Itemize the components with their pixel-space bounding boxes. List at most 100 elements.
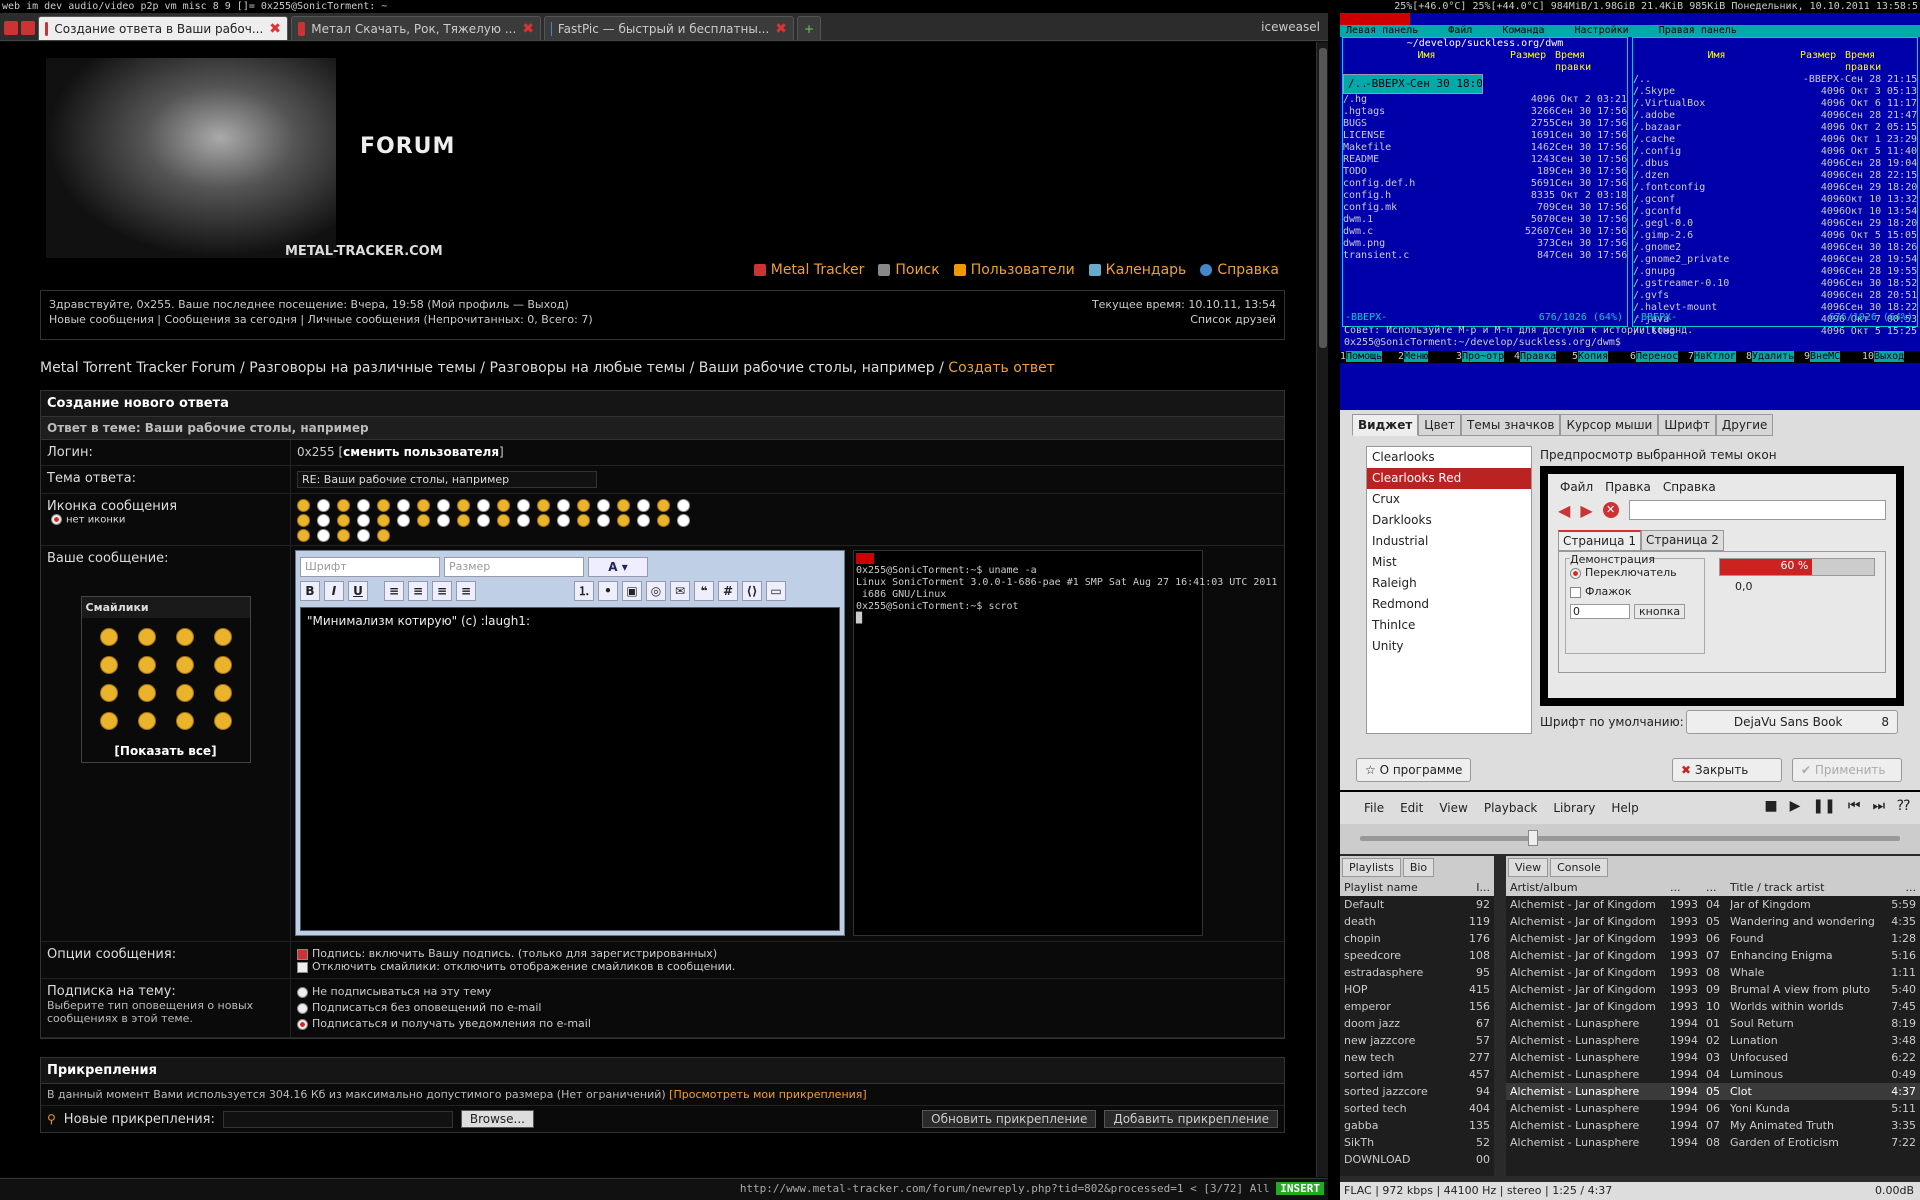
seekbar[interactable]	[1340, 824, 1920, 854]
mc-file-row[interactable]: /.gvfs 4096 Сен 28 20:51	[1633, 290, 1917, 302]
theme-list[interactable]: Clearlooks Clearlooks Red Crux Darklooks Ind…	[1366, 446, 1532, 734]
theme-item[interactable]: Industrial	[1367, 531, 1531, 552]
track-row[interactable]: Alchemist - Lunasphere 1994 03 Unfocused 6:2…	[1506, 1049, 1920, 1066]
close-button[interactable]: ✖ Закрыть	[1672, 758, 1782, 782]
mc-file-row[interactable]: /.gnupg 4096 Сен 28 19:55	[1633, 266, 1917, 278]
theme-item[interactable]: Clearlooks Red	[1367, 468, 1531, 489]
nav-users[interactable]: Пользователи	[953, 262, 1075, 278]
message-icon-option[interactable]	[397, 499, 410, 512]
message-icon-option[interactable]	[337, 529, 350, 542]
hash-icon[interactable]: #	[718, 581, 738, 601]
disable-smilies-checkbox[interactable]	[297, 961, 308, 973]
playlist-row[interactable]: new jazzcore 57	[1340, 1032, 1494, 1049]
mc-fkey[interactable]: 3Про~отр	[1456, 351, 1514, 363]
message-icon-option[interactable]	[537, 499, 550, 512]
align-right-icon[interactable]: ≡	[432, 581, 452, 601]
mc-fkey[interactable]: 4Правка	[1514, 351, 1572, 363]
mc-fkey[interactable]: 1Помощь	[1340, 351, 1398, 363]
mc-file-row[interactable]: /.Skype 4096 Окт 3 05:13	[1633, 86, 1917, 98]
mc-file-row[interactable]: /.gconfd 4096 Окт 10 13:54	[1633, 206, 1917, 218]
message-icon-option[interactable]	[657, 499, 670, 512]
nav-metal-tracker[interactable]: Metal Tracker	[753, 262, 864, 278]
crumb-3[interactable]: Разговоры на любые темы	[489, 360, 685, 376]
message-icon-option[interactable]	[617, 514, 630, 527]
message-icon-option[interactable]	[617, 499, 630, 512]
gmail-icon[interactable]	[4, 21, 18, 35]
view-attachments-link[interactable]: [Просмотреть мои прикрепления]	[669, 1088, 867, 1101]
video-icon[interactable]: ▭	[766, 581, 786, 601]
message-icon-option[interactable]	[577, 499, 590, 512]
track-row[interactable]: Alchemist - Jar of Kingdom 1993 06 Found 1:2…	[1506, 930, 1920, 947]
theme-item[interactable]: Mist	[1367, 552, 1531, 573]
sub-none-radio[interactable]	[297, 986, 308, 998]
no-icon-radio[interactable]	[51, 514, 62, 525]
crumb-1[interactable]: Metal Torrent Tracker Forum	[40, 360, 236, 376]
track-row[interactable]: Alchemist - Lunasphere 1994 02 Lunation 3:48	[1506, 1032, 1920, 1049]
mc-file-row[interactable]: dwm.c 52607 Сен 30 17:56	[1343, 226, 1627, 238]
prev-icon[interactable]: ⏮	[1848, 798, 1861, 814]
track-row[interactable]: Alchemist - Jar of Kingdom 1993 09 Brumal A…	[1506, 981, 1920, 998]
mc-file-row[interactable]: /.gimp-2.6 4096 Окт 5 15:05	[1633, 230, 1917, 242]
mc-fkey[interactable]: 10Выход	[1862, 351, 1920, 363]
mc-file-row[interactable]: /..-ВВЕРХ-Сен 30 18:09	[1343, 74, 1483, 94]
browse-button[interactable]: Browse...	[460, 1110, 534, 1128]
lx-tab[interactable]: Курсор мыши	[1560, 414, 1659, 436]
stop-icon[interactable]: ■	[1764, 798, 1777, 814]
mc-file-row[interactable]: /.fontconfig 4096 Сен 29 18:20	[1633, 182, 1917, 194]
theme-item[interactable]: Darklooks	[1367, 510, 1531, 531]
mc-file-row[interactable]: LICENSE 1691 Сен 30 17:56	[1343, 130, 1627, 142]
mc-file-row[interactable]: /.dzen 4096 Сен 28 22:15	[1633, 170, 1917, 182]
message-icon-option[interactable]	[437, 499, 450, 512]
player-menu-item[interactable]: File	[1364, 801, 1384, 815]
mc-file-row[interactable]: /.. -ВВЕРХ- Сен 28 21:15	[1633, 74, 1917, 86]
message-icon-option[interactable]	[597, 499, 610, 512]
message-icon-option[interactable]	[417, 499, 430, 512]
playlist-row[interactable]: new tech 277	[1340, 1049, 1494, 1066]
playlist-row[interactable]: sorted jazzcore 94	[1340, 1083, 1494, 1100]
friends-link[interactable]: Список друзей	[1092, 312, 1276, 327]
italic-button[interactable]: I	[324, 581, 344, 601]
sub-email-radio[interactable]	[297, 1018, 308, 1030]
smiley-icon[interactable]	[99, 656, 118, 674]
message-icon-option[interactable]	[417, 514, 430, 527]
random-icon[interactable]: ⁇	[1897, 798, 1910, 814]
track-row[interactable]: Alchemist - Lunasphere 1994 01 Soul Return 8…	[1506, 1015, 1920, 1032]
message-icon-option[interactable]	[677, 514, 690, 527]
message-icon-option[interactable]	[537, 514, 550, 527]
message-icon-option[interactable]	[297, 499, 310, 512]
size-select[interactable]: Размер	[444, 557, 584, 577]
track-row[interactable]: Alchemist - Lunasphere 1994 06 Yoni Kunda 5:…	[1506, 1100, 1920, 1117]
message-icon-option[interactable]	[637, 499, 650, 512]
lx-tab[interactable]: Другие	[1715, 414, 1774, 436]
smiley-icon[interactable]	[175, 656, 194, 674]
playlist-row[interactable]: Default 92	[1340, 896, 1494, 913]
message-icon-option[interactable]	[377, 514, 390, 527]
font-button[interactable]: DejaVu Sans Book 8	[1686, 710, 1898, 734]
add-attachment-button[interactable]: Добавить прикрепление	[1104, 1110, 1278, 1128]
mc-file-row[interactable]: /.bazaar 4096 Окт 2 05:15	[1633, 122, 1917, 134]
smiley-icon[interactable]	[99, 684, 118, 702]
next-icon[interactable]: ⏭	[1872, 798, 1885, 814]
message-icon-option[interactable]	[477, 499, 490, 512]
track-row[interactable]: Alchemist - Jar of Kingdom 1993 08 Whale 1:1…	[1506, 964, 1920, 981]
smiley-icon[interactable]	[175, 712, 194, 730]
message-icon-option[interactable]	[517, 514, 530, 527]
playlist-row[interactable]: death 119	[1340, 913, 1494, 930]
smiley-icon[interactable]	[137, 628, 156, 646]
message-icon-option[interactable]	[677, 499, 690, 512]
track-row[interactable]: Alchemist - Lunasphere 1994 07 My Animated …	[1506, 1117, 1920, 1134]
mc-file-row[interactable]: /.config 4096 Окт 5 11:40	[1633, 146, 1917, 158]
message-icon-option[interactable]	[297, 514, 310, 527]
message-icon-option[interactable]	[637, 514, 650, 527]
smiley-icon[interactable]	[213, 656, 232, 674]
ordered-list-icon[interactable]: ⒈	[574, 581, 594, 601]
nav-help[interactable]: Справка	[1200, 262, 1279, 278]
message-icon-option[interactable]	[497, 514, 510, 527]
workspace-tags[interactable]: web im dev audio/video p2p vm misc 8 9 […	[2, 0, 387, 13]
play-icon[interactable]: ▶	[1790, 798, 1801, 814]
mc-file-row[interactable]: /.adobe 4096 Сен 28 21:47	[1633, 110, 1917, 122]
theme-item[interactable]: Clearlooks	[1367, 447, 1531, 468]
mc-file-row[interactable]: BUGS 2755 Сен 30 17:56	[1343, 118, 1627, 130]
message-icon-option[interactable]	[317, 499, 330, 512]
mc-file-row[interactable]: transient.c 847 Сен 30 17:56	[1343, 250, 1627, 262]
